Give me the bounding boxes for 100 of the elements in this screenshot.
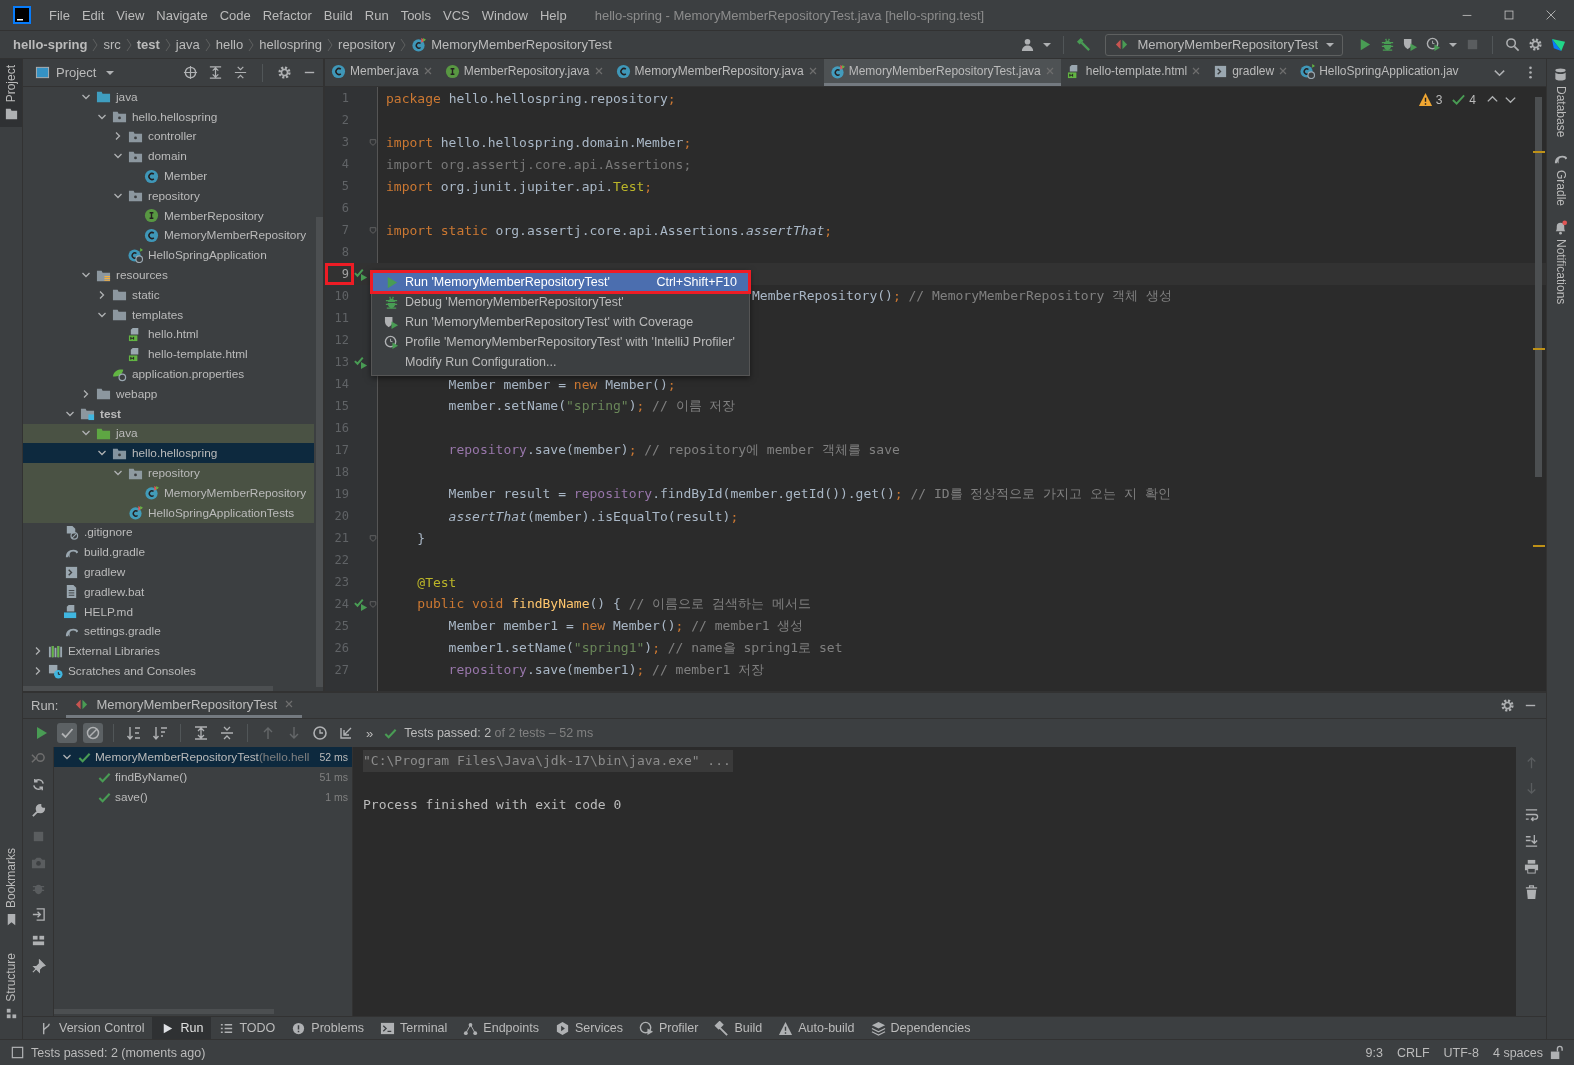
code-line: member.setName("spring"); // 이름 저장 bbox=[447, 397, 736, 415]
code-line: repository.save(member1); // member1 저장 bbox=[447, 661, 765, 679]
breadcrumb[interactable]: java bbox=[175, 37, 200, 52]
editor-tab[interactable]: gradlew bbox=[1207, 59, 1295, 86]
tree-item[interactable]: settings.gradle bbox=[23, 621, 314, 642]
editor-tab[interactable]: MemoryMemberRepositoryTest.java bbox=[823, 59, 1061, 86]
tool-window-tab[interactable]: Auto-build bbox=[770, 1017, 863, 1039]
tree-item[interactable]: gradlew bbox=[23, 562, 314, 582]
tool-window-tab[interactable]: Gradle bbox=[1553, 151, 1568, 207]
tool-window-tab[interactable]: Project bbox=[0, 59, 22, 128]
code-line: import static org.assertj.core.api.Assertions.assertThat; bbox=[386, 222, 833, 238]
result-item[interactable]: findByName() 51 ms bbox=[54, 767, 352, 787]
tool-window-tab[interactable]: Database bbox=[1553, 67, 1568, 138]
menu-item[interactable]: Run 'MemoryMemberRepositoryTest' with Coverage bbox=[372, 312, 749, 332]
breadcrumb[interactable]: hello bbox=[215, 37, 244, 52]
tree-item[interactable]: hello-template.html bbox=[23, 344, 314, 365]
tree-item[interactable]: .gitignore bbox=[23, 522, 314, 543]
tree-item[interactable]: hello.hellospring bbox=[23, 443, 314, 464]
menu-item[interactable]: Navigate bbox=[150, 7, 214, 23]
tool-window-tab[interactable]: Structure bbox=[0, 947, 22, 1027]
menu-item[interactable]: Window bbox=[475, 7, 534, 23]
tree-item[interactable]: MemberRepository bbox=[23, 205, 314, 226]
result-item[interactable]: save() 1 ms bbox=[54, 787, 352, 807]
tree-item[interactable]: hello.hellospring bbox=[23, 106, 314, 127]
tool-window-tab[interactable]: TODO bbox=[211, 1017, 284, 1039]
tree-item[interactable]: controller bbox=[23, 126, 314, 147]
tool-window-tab[interactable]: Notifications bbox=[1553, 220, 1568, 305]
indent-setting[interactable]: 4 spaces bbox=[1492, 1045, 1543, 1060]
tree-item[interactable]: hello.html bbox=[23, 324, 314, 345]
menu-item[interactable]: Modify Run Configuration... bbox=[372, 352, 749, 372]
tree-item[interactable]: templates bbox=[23, 304, 314, 325]
tree-item[interactable]: static bbox=[23, 284, 314, 305]
tool-window-tab[interactable]: Build bbox=[706, 1017, 771, 1039]
tree-item[interactable]: Scratches and Consoles bbox=[23, 661, 314, 681]
menu-item[interactable]: Debug 'MemoryMemberRepositoryTest' bbox=[372, 292, 749, 312]
tree-item[interactable]: HelloSpringApplicationTests bbox=[23, 502, 314, 523]
tool-window-tab[interactable]: Terminal bbox=[372, 1017, 456, 1039]
tree-item[interactable]: MemoryMemberRepository bbox=[23, 482, 314, 503]
code-line: public void findByName() { // 이름으로 검색하는 메서드 bbox=[416, 595, 811, 613]
panel-title: Run: bbox=[31, 698, 59, 713]
tool-window-tab[interactable]: Problems bbox=[283, 1017, 373, 1039]
menu-item[interactable]: Profile 'MemoryMemberRepositoryTest' with 'IntelliJ Profiler' bbox=[372, 332, 749, 352]
editor-tab[interactable]: hello-template.html bbox=[1060, 59, 1208, 86]
breadcrumb[interactable]: repository bbox=[338, 37, 396, 52]
editor-tab[interactable]: HelloSpringApplication.jav bbox=[1294, 59, 1465, 86]
caret-position[interactable]: 9:3 bbox=[1365, 1045, 1383, 1060]
line-separator[interactable]: CRLF bbox=[1396, 1045, 1430, 1060]
menu-item[interactable]: Run 'MemoryMemberRepositoryTest' Ctrl+Shift+F10 bbox=[372, 272, 749, 292]
menu-item[interactable]: Build bbox=[317, 7, 359, 23]
weak-warning-count[interactable]: 4 bbox=[1469, 92, 1476, 107]
editor-tab[interactable]: MemberRepository.java bbox=[438, 59, 610, 86]
tree-item[interactable]: java bbox=[23, 87, 314, 107]
code-line: member1.setName("spring1"); // name을 spring1로 set bbox=[447, 639, 843, 657]
tree-item[interactable]: MemoryMemberRepository bbox=[23, 225, 314, 246]
tool-window-tab[interactable]: Profiler bbox=[630, 1017, 707, 1039]
tree-item[interactable]: HelloSpringApplication bbox=[23, 245, 314, 266]
editor-tab[interactable]: Member.java bbox=[325, 59, 439, 86]
menu-item[interactable]: File bbox=[43, 7, 76, 23]
menu-item[interactable]: Refactor bbox=[256, 7, 318, 23]
menu-item[interactable]: Tools bbox=[394, 7, 437, 23]
breadcrumb[interactable]: MemoryMemberRepositoryTest bbox=[431, 37, 612, 52]
tree-item[interactable]: test bbox=[23, 403, 314, 424]
tree-item[interactable]: repository bbox=[23, 186, 314, 206]
tree-item[interactable]: domain bbox=[23, 146, 314, 167]
tool-window-tab[interactable]: Dependencies bbox=[862, 1017, 979, 1039]
code-line: Member member1 = new Member(); // member1 생성 bbox=[447, 617, 804, 635]
panel-title[interactable]: Project bbox=[56, 65, 97, 80]
tree-item[interactable]: java bbox=[23, 423, 314, 444]
file-encoding[interactable]: UTF-8 bbox=[1443, 1045, 1479, 1060]
tree-item[interactable]: Member bbox=[23, 166, 314, 186]
tree-item[interactable]: build.gradle bbox=[23, 542, 314, 563]
menu-item[interactable]: Edit bbox=[75, 7, 111, 23]
menu-item[interactable]: Help bbox=[533, 7, 573, 23]
test-summary: Tests passed: 2 of 2 tests – 52 ms bbox=[404, 726, 594, 740]
menu-item[interactable]: VCS bbox=[437, 7, 476, 23]
tool-window-tab[interactable]: Services bbox=[546, 1017, 631, 1039]
breadcrumb[interactable]: test bbox=[136, 37, 160, 52]
tree-item[interactable]: resources bbox=[23, 265, 314, 285]
run-configuration-dropdown[interactable]: MemoryMemberRepositoryTest bbox=[1105, 33, 1343, 56]
tree-item[interactable]: repository bbox=[23, 463, 314, 483]
warning-count[interactable]: 3 bbox=[1435, 92, 1443, 107]
tree-item[interactable]: webapp bbox=[23, 383, 314, 404]
tool-window-tab[interactable]: Endpoints bbox=[455, 1017, 547, 1039]
tool-window-tab[interactable]: Bookmarks bbox=[0, 842, 22, 934]
session-tab[interactable]: MemoryMemberRepositoryTest bbox=[66, 693, 303, 718]
menu-item[interactable]: Code bbox=[213, 7, 257, 23]
menu-item[interactable]: Run bbox=[358, 7, 395, 23]
breadcrumb[interactable]: hello-spring bbox=[13, 37, 88, 52]
tree-item[interactable]: External Libraries bbox=[23, 641, 314, 662]
overflow-toggle[interactable]: » bbox=[366, 725, 374, 741]
breadcrumb[interactable]: hellospring bbox=[259, 37, 323, 52]
result-item[interactable]: MemoryMemberRepositoryTest(hello.hell 52 ms bbox=[54, 747, 352, 767]
tool-window-tab[interactable]: Run bbox=[152, 1017, 212, 1039]
tree-item[interactable]: application.properties bbox=[23, 364, 314, 384]
menu-item[interactable]: View bbox=[110, 7, 151, 23]
tool-window-tab[interactable]: Version Control bbox=[31, 1017, 153, 1039]
breadcrumb[interactable]: src bbox=[103, 37, 121, 52]
tree-item[interactable]: HELP.md bbox=[23, 601, 314, 622]
tree-item[interactable]: gradlew.bat bbox=[23, 581, 314, 602]
editor-tab[interactable]: MemoryMemberRepository.java bbox=[609, 59, 824, 86]
